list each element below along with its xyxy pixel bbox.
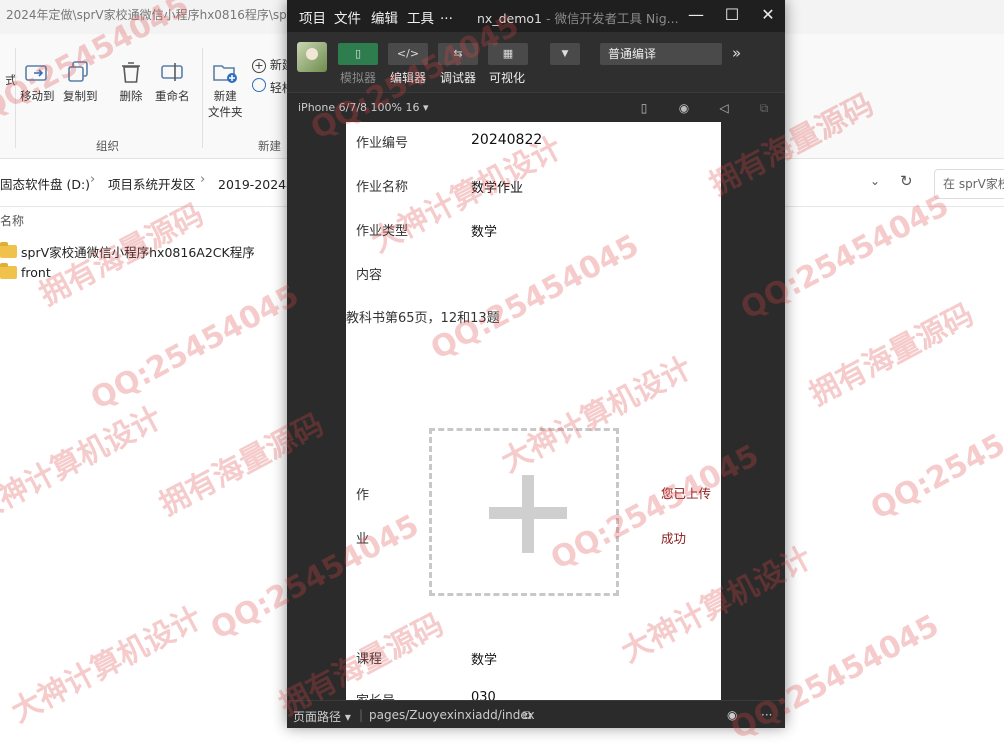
device-select[interactable]: iPhone 6/7/8 100% 16 ▾ bbox=[298, 101, 429, 114]
upload-success-line1: 您已上传 bbox=[661, 486, 712, 501]
homework-label-line2: 业 bbox=[356, 532, 370, 547]
eye-icon[interactable]: ◉ bbox=[727, 708, 737, 722]
watermark: 大神计算机设计 bbox=[0, 400, 168, 530]
copy-to-button[interactable]: 复制到 bbox=[63, 60, 98, 104]
avatar-face bbox=[306, 48, 318, 60]
page-path-toggle[interactable]: 页面路径 ▾ bbox=[293, 708, 351, 725]
field-label-homework-id: 作业编号 bbox=[356, 136, 409, 151]
debugger-label: 调试器 bbox=[440, 71, 477, 85]
file-row[interactable]: front bbox=[0, 262, 51, 282]
rename-button[interactable]: 重命名 bbox=[155, 60, 190, 104]
trash-icon bbox=[122, 62, 140, 83]
ribbon-divider bbox=[15, 48, 16, 148]
copy-icon[interactable]: ⧉ bbox=[523, 708, 532, 723]
field-label-homework-type: 作业类型 bbox=[356, 224, 409, 239]
devtools-window: 项目 文件 编辑 工具 ... nx_demo1 - 微信开发者工具 Nig..… bbox=[287, 0, 785, 728]
watermark: 拥有海量源码 bbox=[803, 297, 980, 413]
file-row[interactable]: sprV家校通微信小程序hx0816A2CK程序 bbox=[0, 241, 255, 261]
minimize-icon[interactable]: — bbox=[683, 4, 709, 26]
folder-icon bbox=[0, 241, 17, 258]
watermark: QQ:25454045 bbox=[85, 278, 305, 417]
phone-icon: ▯ bbox=[354, 47, 362, 60]
plus-icon-vertical bbox=[522, 475, 534, 553]
move-to-icon bbox=[25, 65, 48, 81]
avatar[interactable] bbox=[297, 42, 327, 72]
field-value-homework-name[interactable]: 数学作业 bbox=[471, 177, 523, 196]
breadcrumb-folder[interactable]: 项目系统开发区 bbox=[108, 174, 196, 193]
field-label-homework-name: 作业名称 bbox=[356, 180, 409, 195]
chevron-right-icon: › bbox=[90, 172, 96, 187]
easy-access-icon bbox=[252, 78, 266, 92]
new-folder-button[interactable]: 新建 文件夹 bbox=[208, 60, 243, 120]
upload-success-line2: 成功 bbox=[661, 531, 687, 546]
content-textarea[interactable]: 教科书第65页，12和13题 bbox=[346, 307, 500, 326]
image-upload-button[interactable] bbox=[429, 428, 619, 596]
page-path: pages/Zuoyexinxiadd/index bbox=[369, 708, 535, 722]
code-icon: </> bbox=[396, 47, 420, 60]
mode-dropdown[interactable]: ▼ bbox=[550, 43, 580, 65]
column-header-name[interactable]: 名称 bbox=[0, 212, 24, 229]
phone-icon[interactable]: ▯ bbox=[637, 101, 651, 115]
move-to-button[interactable]: 移动到 bbox=[20, 60, 55, 104]
chevron-down-icon[interactable]: ⌄ bbox=[870, 174, 880, 188]
chevron-right-icon: › bbox=[200, 172, 206, 187]
field-label-parent-id: 家长号 bbox=[356, 690, 395, 700]
sliders-icon: ⇆ bbox=[453, 47, 463, 60]
new-group-label: 新建 bbox=[258, 139, 281, 153]
watermark: QQ:25454045 bbox=[865, 388, 1004, 527]
watermark: 大神计算机设计 bbox=[5, 600, 208, 730]
double-chevron-icon[interactable]: » bbox=[732, 44, 741, 62]
rename-icon bbox=[161, 63, 184, 81]
field-value-course[interactable]: 数学 bbox=[471, 649, 497, 668]
menu-tools[interactable]: 工具 bbox=[407, 7, 434, 27]
simulator-label: 模拟器 bbox=[340, 71, 377, 85]
field-value-homework-type[interactable]: 数学 bbox=[471, 221, 497, 240]
editor-label: 编辑器 bbox=[390, 71, 427, 85]
field-value-homework-id[interactable]: 20240822 bbox=[471, 132, 542, 148]
close-icon[interactable]: ✕ bbox=[755, 4, 781, 26]
editor-toggle-button[interactable]: </> bbox=[388, 43, 428, 65]
ribbon-divider bbox=[202, 48, 203, 148]
visualize-label: 可视化 bbox=[489, 71, 526, 85]
add-circle-icon: + bbox=[252, 59, 266, 73]
organize-group-label: 组织 bbox=[96, 139, 119, 153]
menu-more[interactable]: ... bbox=[440, 7, 453, 23]
menu-project[interactable]: 项目 bbox=[299, 7, 326, 27]
devtools-status-bar: 页面路径 ▾ | pages/Zuoyexinxiadd/index ⧉ ◉ ·… bbox=[287, 700, 785, 728]
window-icon[interactable]: ⧉ bbox=[757, 101, 771, 115]
caret-down-icon: ▼ bbox=[561, 49, 569, 59]
field-label-course: 课程 bbox=[356, 652, 383, 667]
devtools-title-bar: 项目 文件 编辑 工具 ... nx_demo1 - 微信开发者工具 Nig..… bbox=[287, 0, 785, 32]
field-label-content: 内容 bbox=[356, 268, 383, 283]
explorer-title-path: 2024年定做\sprV家校通微信小程序hx0816程序\sprV bbox=[6, 8, 300, 22]
menu-edit[interactable]: 编辑 bbox=[371, 7, 398, 27]
debugger-toggle-button[interactable]: ⇆ bbox=[438, 43, 478, 65]
simulator-bar: iPhone 6/7/8 100% 16 ▾ ▯ ◉ ◁ ⧉ bbox=[287, 92, 785, 123]
new-folder-icon bbox=[213, 65, 238, 83]
compile-mode-select[interactable]: 普通编译 bbox=[600, 43, 722, 65]
volume-icon[interactable]: ◁ bbox=[717, 101, 731, 115]
breadcrumb-drive[interactable]: 固态软件盘 (D:) bbox=[0, 174, 90, 193]
layout-icon: ▦ bbox=[502, 47, 514, 60]
homework-label-line1: 作 bbox=[356, 488, 370, 503]
simulator-screen: 作业编号 20240822 作业名称 数学作业 作业类型 数学 内容 教科书第6… bbox=[346, 122, 721, 700]
record-icon[interactable]: ◉ bbox=[677, 101, 691, 115]
simulator-toggle-button[interactable]: ▯ bbox=[338, 43, 378, 65]
delete-button[interactable]: 删除 bbox=[118, 60, 144, 104]
copy-to-icon bbox=[68, 61, 89, 82]
maximize-icon[interactable]: ☐ bbox=[719, 4, 745, 26]
refresh-icon[interactable]: ↻ bbox=[900, 172, 913, 190]
more-icon[interactable]: ··· bbox=[761, 708, 772, 722]
devtools-title: nx_demo1 - 微信开发者工具 Nig... bbox=[477, 11, 679, 26]
folder-icon bbox=[0, 262, 17, 279]
field-value-parent-id[interactable]: 030 bbox=[471, 690, 496, 700]
menu-file[interactable]: 文件 bbox=[334, 7, 361, 27]
search-input[interactable]: 在 sprV家校 bbox=[934, 169, 1004, 199]
visualize-toggle-button[interactable]: ▦ bbox=[488, 43, 528, 65]
status-divider: | bbox=[359, 708, 364, 722]
